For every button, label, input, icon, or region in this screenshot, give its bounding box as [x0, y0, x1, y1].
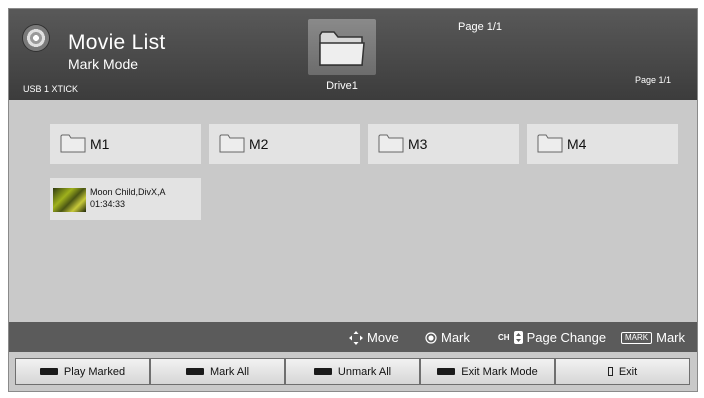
header-bar: Movie List Mark Mode USB 1 XTICK Drive1 … — [9, 9, 697, 100]
mode-label: Mark Mode — [68, 56, 139, 72]
exit-mark-mode-button[interactable]: Exit Mark Mode — [420, 358, 555, 385]
unmark-all-button[interactable]: Unmark All — [285, 358, 420, 385]
hint-move-label: Move — [367, 330, 399, 345]
movie-file-name: Moon Child,DivX,A — [90, 187, 166, 197]
folder-icon — [537, 134, 563, 153]
ok-button-icon — [425, 331, 437, 344]
exit-label: Exit — [618, 365, 638, 378]
color-key-icon — [437, 368, 456, 375]
film-reel-icon — [23, 25, 49, 51]
hint-mark: Mark — [425, 330, 470, 345]
movie-thumbnail — [53, 188, 86, 212]
color-key-icon — [313, 368, 332, 375]
move-arrows-icon — [349, 330, 363, 345]
ch-key-label: CH — [498, 333, 510, 342]
hint-page-change-label: Page Change — [526, 330, 607, 345]
exit-icon — [607, 367, 613, 376]
hint-mark-label: Mark — [441, 330, 470, 345]
folder-item-m3[interactable]: M3 — [368, 124, 519, 164]
folder-item-m4[interactable]: M4 — [527, 124, 678, 164]
color-key-icon — [185, 368, 204, 375]
drive-selector[interactable] — [308, 19, 376, 75]
channel-updown-icon — [513, 331, 523, 344]
device-label: USB 1 XTICK — [23, 84, 79, 94]
play-marked-button[interactable]: Play Marked — [15, 358, 150, 385]
folder-item-m1[interactable]: M1 — [50, 124, 201, 164]
exit-button[interactable]: Exit — [555, 358, 690, 385]
exit-mark-mode-label: Exit Mark Mode — [461, 365, 538, 378]
mark-all-label: Mark All — [209, 365, 250, 378]
hint-move: Move — [349, 330, 399, 345]
movie-file-item[interactable]: Moon Child,DivX,A 01:34:33 — [50, 178, 201, 220]
hint-page-change: CH Page Change — [498, 330, 606, 345]
action-button-bar: Play Marked Mark All Unmark All Exit Mar… — [9, 352, 697, 391]
folder-icon — [378, 134, 404, 153]
page-indicator: Page 1/1 — [635, 75, 672, 85]
page-indicator-top: Page 1/1 — [458, 21, 503, 33]
hint-mark-key: MARK Mark — [621, 330, 685, 345]
key-hint-bar: Move Mark CH Page Change MARK Mark — [9, 322, 697, 352]
folder-icon — [219, 134, 245, 153]
folder-label: M1 — [90, 136, 110, 152]
file-browser: M1 M2 M3 M4 Moon Child,DivX,A 01:34:33 — [9, 100, 697, 322]
app-title: Movie List — [68, 31, 166, 54]
folder-item-m2[interactable]: M2 — [209, 124, 360, 164]
folder-label: M3 — [408, 136, 428, 152]
play-marked-label: Play Marked — [63, 365, 126, 378]
folder-label: M4 — [567, 136, 587, 152]
hint-mark-key-label: Mark — [656, 330, 686, 345]
folder-icon — [319, 31, 365, 66]
movie-duration: 01:34:33 — [90, 199, 126, 209]
folder-label: M2 — [249, 136, 269, 152]
unmark-all-label: Unmark All — [337, 365, 392, 378]
tv-screen: Movie List Mark Mode USB 1 XTICK Drive1 … — [8, 8, 698, 392]
mark-all-button[interactable]: Mark All — [150, 358, 285, 385]
folder-icon — [60, 134, 86, 153]
mark-key-badge: MARK — [621, 331, 653, 344]
color-key-icon — [39, 368, 58, 375]
drive-label: Drive1 — [326, 80, 358, 92]
